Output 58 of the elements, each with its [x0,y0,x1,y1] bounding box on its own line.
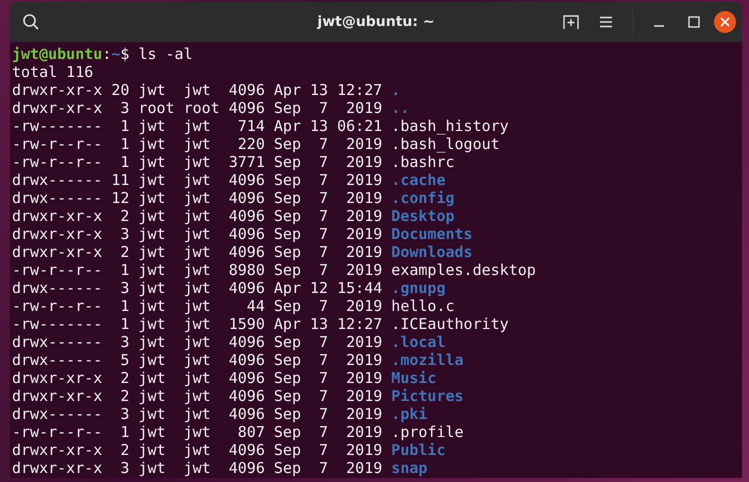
directory-name: .mozilla [391,351,464,369]
search-icon [22,13,40,31]
listing-details: -rw------- 1 jwt jwt 1590 Apr 13 12:27 [12,315,382,333]
listing-details: drwxr-xr-x 3 root root 4096 Sep 7 2019 [12,99,382,117]
listing-details: drwxr-xr-x 2 jwt jwt 4096 Sep 7 2019 [12,441,382,459]
listing-details: drwx------ 11 jwt jwt 4096 Sep 7 2019 [12,171,382,189]
file-name: hello.c [391,297,455,315]
directory-name: Documents [391,225,473,243]
directory-name: Desktop [391,207,455,225]
directory-name: .. [391,99,410,117]
listing-details: -rw------- 1 jwt jwt 714 Apr 13 06:21 [12,117,382,135]
prompt-separator: : [102,45,112,63]
listing-details: drwx------ 3 jwt jwt 4096 Sep 7 2019 [12,333,382,351]
listing-details: drwx------ 5 jwt jwt 4096 Sep 7 2019 [12,351,382,369]
directory-name: .pki [391,405,428,423]
directory-name: Public [391,441,446,459]
listing-details: drwxr-xr-x 2 jwt jwt 4096 Sep 7 2019 [12,207,382,225]
close-button[interactable] [714,11,736,33]
listing-details: drwxr-xr-x 2 jwt jwt 4096 Sep 7 2019 [12,369,382,387]
directory-name: snap [391,459,428,477]
listing-details: -rw-r--r-- 1 jwt jwt 8980 Sep 7 2019 [12,261,382,279]
listing-details: -rw-r--r-- 1 jwt jwt 44 Sep 7 2019 [12,297,382,315]
menu-icon [599,16,613,28]
maximize-icon [688,16,700,28]
directory-name: .cache [391,171,446,189]
file-name: examples.desktop [391,261,536,279]
prompt-symbol: $ [120,45,130,63]
file-name: .profile [391,423,464,441]
window-title: jwt@ubuntu: ~ [317,14,435,30]
listing-details: drwxr-xr-x 3 jwt jwt 4096 Sep 7 2019 [12,225,382,243]
directory-name: .gnupg [391,279,446,297]
new-tab-icon [563,14,579,30]
listing-details: drwxr-xr-x 20 jwt jwt 4096 Apr 13 12:27 [12,81,382,99]
directory-name: Music [391,369,436,387]
file-name: .bash_history [391,117,509,135]
listing-details: -rw-r--r-- 1 jwt jwt 807 Sep 7 2019 [12,423,382,441]
minimize-icon [654,25,664,27]
listing-details: drwxr-xr-x 2 jwt jwt 4096 Sep 7 2019 [12,387,382,405]
listing-details: drwx------ 3 jwt jwt 4096 Sep 7 2019 [12,405,382,423]
listing-details: drwxr-xr-x 2 jwt jwt 4096 Sep 7 2019 [12,243,382,261]
directory-name: . [391,81,400,99]
listing-details: -rw-r--r-- 1 jwt jwt 3771 Sep 7 2019 [12,153,382,171]
directory-name: .local [391,333,446,351]
file-name: .ICEauthority [391,315,509,333]
listing-details: drwx------ 12 jwt jwt 4096 Sep 7 2019 [12,189,382,207]
listing-details: -rw-r--r-- 1 jwt jwt 220 Sep 7 2019 [12,135,382,153]
directory-name: Pictures [391,387,464,405]
directory-name: Downloads [391,243,473,261]
command-text: ls -al [138,45,193,63]
listing-details: drwxr-xr-x 3 jwt jwt 4096 Sep 7 2019 [12,459,382,477]
close-icon [720,17,730,27]
total-line: total 116 [12,63,94,81]
file-name: .bash_logout [391,135,500,153]
prompt-user-host: jwt@ubuntu [12,45,102,63]
listing-details: drwx------ 3 jwt jwt 4096 Apr 12 15:44 [12,279,382,297]
prompt-path: ~ [111,45,120,63]
directory-name: .config [391,189,455,207]
file-name: .bashrc [391,153,455,171]
